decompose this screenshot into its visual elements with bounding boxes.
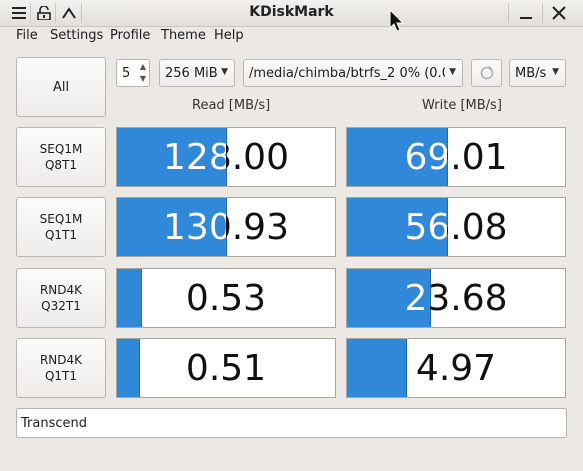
read-value-inverted: 0.53 <box>117 269 141 327</box>
test-name-line2: Q1T1 <box>44 228 78 242</box>
refresh-button[interactable] <box>471 59 502 87</box>
close-icon[interactable] <box>548 2 570 24</box>
menu-settings[interactable]: Settings <box>50 28 103 43</box>
spin-up-icon[interactable]: ▲ <box>140 62 146 71</box>
read-value-inverted: 128.00 <box>163 136 226 178</box>
read-result-bar: 130.93130.93 <box>116 197 336 257</box>
test-name-line2: Q32T1 <box>41 299 81 313</box>
menu-file[interactable]: File <box>16 28 38 43</box>
read-value-overlay: 0.53 <box>117 269 141 327</box>
run-all-button[interactable]: All <box>16 57 106 117</box>
file-size-combo[interactable]: 256 MiB ▼ <box>159 59 235 87</box>
storage-path-combo[interactable]: /media/chimba/btrfs_2 0% (0.01/5. ▼ <box>243 59 463 87</box>
test-button[interactable]: RND4K Q1T1 <box>16 338 106 398</box>
write-value-inverted: 69.01 <box>404 136 448 178</box>
separator <box>542 3 543 23</box>
write-value-inverted: 4.97 <box>347 339 406 397</box>
test-name-line2: Q1T1 <box>44 369 78 383</box>
file-size-value: 256 MiB <box>165 65 218 81</box>
menu-bar: File Settings Profile Theme Help <box>0 26 583 48</box>
write-result-bar: 56.0856.08 <box>346 197 566 257</box>
read-result-bar: 128.00128.00 <box>116 127 336 187</box>
write-value-inverted: 23.68 <box>404 277 429 319</box>
minimize-icon[interactable] <box>515 2 537 24</box>
write-value-overlay: 56.08 <box>347 198 447 256</box>
loops-value: 5 <box>122 66 131 81</box>
test-button[interactable]: SEQ1M Q8T1 <box>16 127 106 187</box>
read-result-bar: 0.51 0.51 <box>116 338 336 398</box>
storage-path-value: /media/chimba/btrfs_2 0% (0.01/5. <box>249 65 445 81</box>
write-value-overlay: 69.01 <box>347 128 447 186</box>
read-column-header: Read [MB/s] <box>192 98 271 113</box>
refresh-icon <box>480 66 493 80</box>
comment-field[interactable]: Transcend <box>16 408 567 438</box>
unit-value: MB/s <box>515 65 547 81</box>
menu-help[interactable]: Help <box>214 28 244 43</box>
unit-combo[interactable]: MB/s ▼ <box>509 59 566 87</box>
test-name-line1: RND4K <box>39 283 83 297</box>
write-value-inverted: 56.08 <box>404 206 448 248</box>
menu-theme[interactable]: Theme <box>161 28 206 43</box>
read-value: 0.51 <box>185 347 267 389</box>
read-value-overlay: 130.93 <box>117 198 226 256</box>
test-name-line2: Q8T1 <box>44 158 78 172</box>
write-result-bar: 69.0169.01 <box>346 127 566 187</box>
test-button[interactable]: SEQ1M Q1T1 <box>16 197 106 257</box>
window-title: KDiskMark <box>249 4 334 20</box>
menu-profile[interactable]: Profile <box>110 28 150 43</box>
test-name-line1: SEQ1M <box>39 142 83 156</box>
write-result-bar: 23.6823.68 <box>346 268 566 328</box>
spin-down-icon[interactable]: ▼ <box>140 74 146 83</box>
chevron-down-icon: ▼ <box>221 67 228 77</box>
write-result-bar: 4.974.97 <box>346 338 566 398</box>
loops-spinbox[interactable]: 5 ▲ ▼ <box>116 59 150 87</box>
test-button[interactable]: RND4K Q32T1 <box>16 268 106 328</box>
read-result-bar: 0.53 0.53 <box>116 268 336 328</box>
separator <box>508 3 509 23</box>
read-value-overlay: 0.51 <box>117 339 139 397</box>
write-value-overlay: 23.68 <box>347 269 429 327</box>
chevron-down-icon: ▼ <box>449 67 456 77</box>
read-value-inverted: 0.51 <box>117 339 139 397</box>
read-value-overlay: 128.00 <box>117 128 226 186</box>
read-value: 0.53 <box>185 277 267 319</box>
test-name-line1: SEQ1M <box>39 212 83 226</box>
write-column-header: Write [MB/s] <box>422 98 502 113</box>
chevron-down-icon: ▼ <box>552 67 559 77</box>
read-value-inverted: 130.93 <box>163 206 226 248</box>
test-name-line1: RND4K <box>39 353 83 367</box>
write-value-overlay: 4.97 <box>347 339 406 397</box>
title-bar[interactable]: KDiskMark <box>0 0 583 32</box>
